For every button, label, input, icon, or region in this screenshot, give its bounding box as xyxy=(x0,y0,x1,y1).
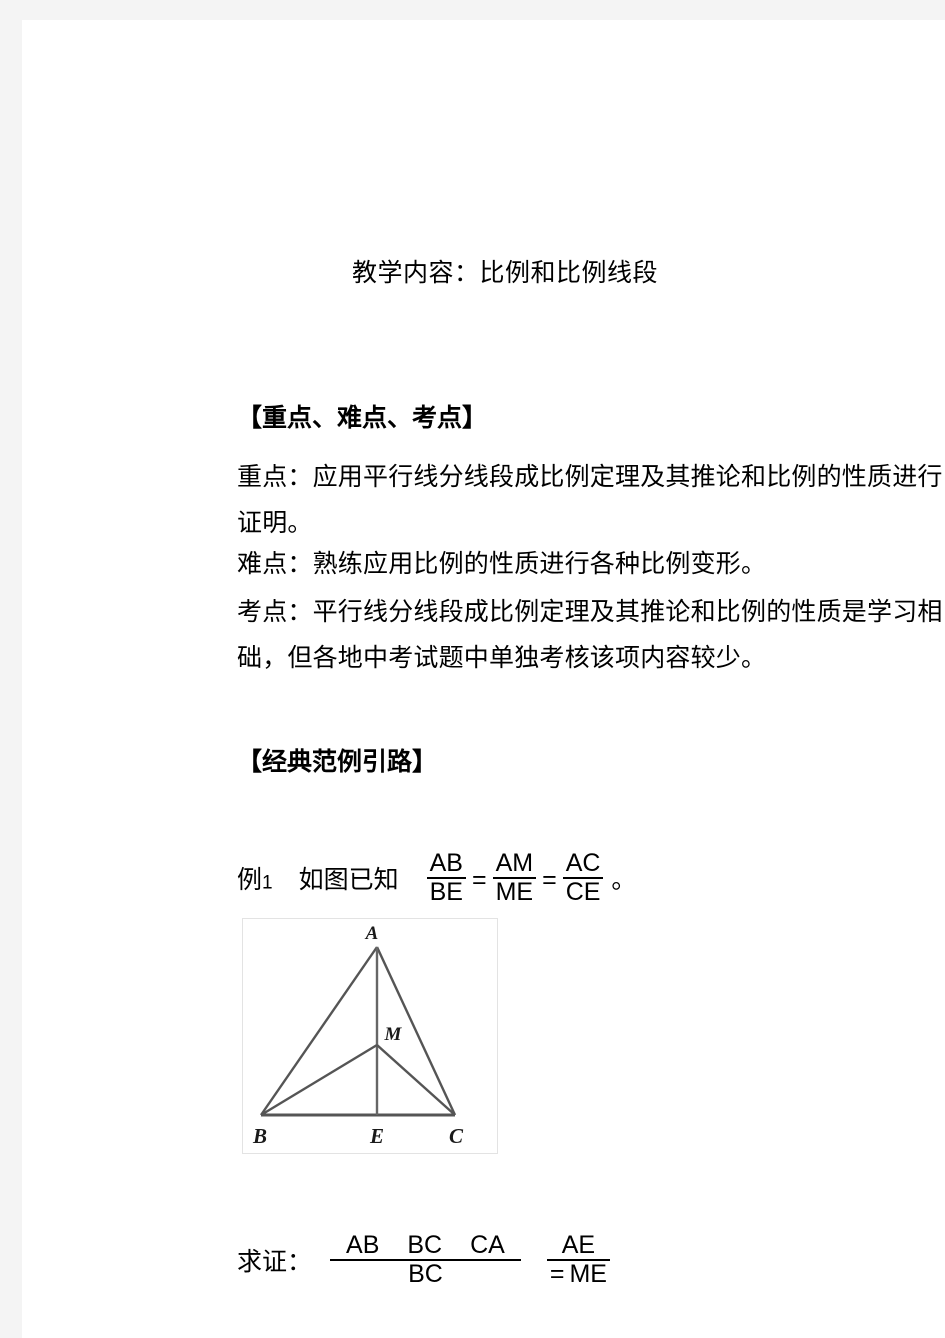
paragraph-line-kaodian-2: 础，但各地中考试题中单独考核该项内容较少。 xyxy=(237,644,767,672)
example-number: 1 xyxy=(262,872,273,894)
figure-label-e: E xyxy=(369,1124,384,1148)
geometry-figure: A M B E C xyxy=(242,918,498,1154)
fraction-am-me: AM ME xyxy=(492,850,537,906)
fraction-ae-me: AE = ME xyxy=(546,1232,610,1288)
example-label: 例 xyxy=(237,866,263,895)
numerator-term-ca: CA xyxy=(470,1231,505,1259)
equals-sign-2: = xyxy=(542,866,557,895)
example-1-statement: 例1 如图已知 AB BE = AM ME = AC CE 。 xyxy=(237,850,636,910)
numerator-term-ab: AB xyxy=(346,1231,380,1259)
paragraph-line-nandian: 难点：熟练应用比例的性质进行各种比例变形。 xyxy=(237,550,767,578)
section-heading-examples: 【经典范例引路】 xyxy=(237,748,438,776)
fraction-denominator: CE xyxy=(565,877,601,906)
equals-sign-proof: = xyxy=(549,1259,565,1288)
segment-mc xyxy=(376,1044,456,1116)
proof-label: 求证： xyxy=(237,1248,313,1277)
fraction-denominator: ME xyxy=(495,877,534,906)
paragraph-line-zhongdian-2: 证明。 xyxy=(237,509,313,537)
figure-label-a: A xyxy=(365,923,379,944)
fraction-ac-ce: AC CE xyxy=(562,850,604,906)
fraction-denominator-row: = ME xyxy=(547,1259,610,1288)
fraction-numerator: AE xyxy=(546,1232,610,1261)
figure-label-c: C xyxy=(449,1124,464,1148)
segment-ab xyxy=(260,946,378,1116)
section-heading-key-points: 【重点、难点、考点】 xyxy=(237,404,488,432)
numerator-term-bc: BC xyxy=(407,1231,443,1259)
fraction-numerator: AB BC CA xyxy=(330,1232,521,1261)
segment-bm xyxy=(260,1043,378,1117)
proof-statement: 求证： AB BC CA BC AE = ME xyxy=(237,1232,610,1287)
fraction-abbcca-bc: AB BC CA BC xyxy=(330,1232,521,1287)
fraction-denominator: ME xyxy=(569,1259,607,1288)
trailing-punctuation: 。 xyxy=(611,866,637,895)
document-page: 教学内容：比例和比例线段 【重点、难点、考点】 重点：应用平行线分线段成比例定理… xyxy=(22,20,945,1338)
fraction-denominator: BE xyxy=(429,877,463,906)
paragraph-line-zhongdian-1: 重点：应用平行线分线段成比例定理及其推论和比例的性质进行 xyxy=(237,463,943,491)
fraction-ab-be: AB BE xyxy=(426,850,466,906)
fraction-denominator: BC xyxy=(408,1259,443,1288)
fraction-numerator: AM xyxy=(492,850,537,879)
page-content: 教学内容：比例和比例线段 【重点、难点、考点】 重点：应用平行线分线段成比例定理… xyxy=(222,20,945,1338)
page-title: 教学内容：比例和比例线段 xyxy=(352,259,659,287)
figure-label-m: M xyxy=(384,1024,403,1045)
paragraph-line-kaodian-1: 考点：平行线分线段成比例定理及其推论和比例的性质是学习相 xyxy=(237,598,943,626)
fraction-numerator: AC xyxy=(562,850,604,879)
example-lead-text: 如图已知 xyxy=(298,866,399,895)
triangle-diagram-svg: A M B E C xyxy=(252,923,464,1148)
figure-label-b: B xyxy=(252,1124,267,1148)
equals-sign-1: = xyxy=(471,866,487,895)
fraction-numerator: AB xyxy=(426,850,466,879)
